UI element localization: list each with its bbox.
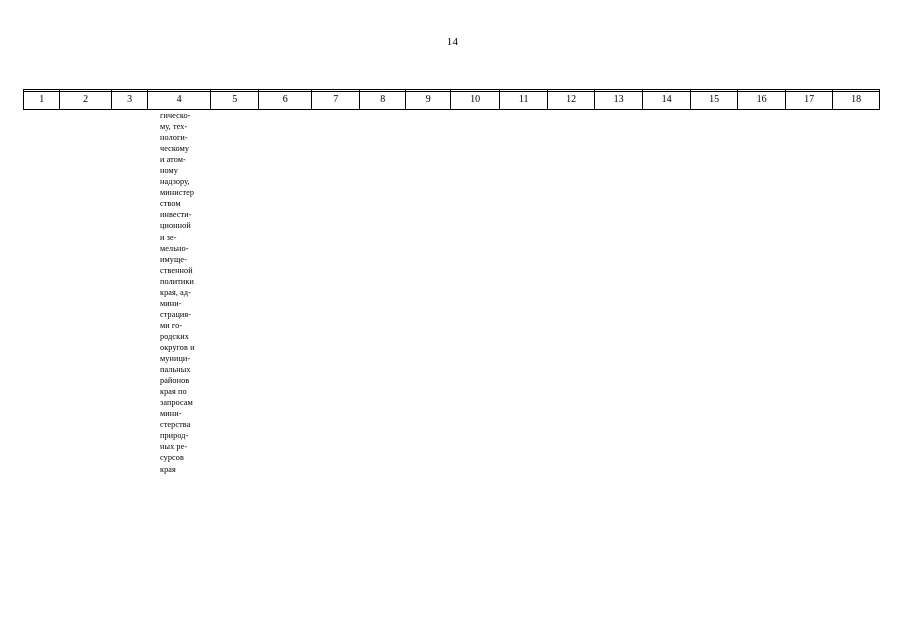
text-line: края, ад- bbox=[160, 287, 191, 297]
text-line: округов и bbox=[160, 342, 195, 352]
text-line: нологи- bbox=[160, 133, 188, 143]
page-number: 14 bbox=[446, 36, 459, 48]
column-header-12: 12 bbox=[547, 89, 595, 110]
text-line: стерства bbox=[160, 420, 191, 430]
column-header-14: 14 bbox=[642, 89, 691, 110]
text-line: министер bbox=[160, 188, 195, 198]
column-header-4: 4 bbox=[147, 89, 211, 110]
column-header-1: 1 bbox=[22, 89, 61, 110]
text-line: природ- bbox=[160, 431, 189, 441]
text-line: гическо- bbox=[160, 111, 191, 120]
column-header-13: 13 bbox=[593, 89, 644, 110]
text-line: пальных bbox=[160, 365, 191, 375]
text-line: ному bbox=[160, 166, 178, 176]
text-line: районов bbox=[160, 376, 190, 386]
column-header-3: 3 bbox=[110, 89, 149, 110]
column-header-15: 15 bbox=[689, 89, 739, 110]
text-line: инвести- bbox=[160, 210, 192, 220]
column-header-18: 18 bbox=[832, 89, 880, 110]
text-line: ческому bbox=[160, 144, 190, 154]
text-line: страция- bbox=[160, 309, 192, 319]
text-line: имуще- bbox=[160, 254, 187, 264]
column-header-17: 17 bbox=[784, 89, 834, 110]
text-line: родских bbox=[160, 331, 189, 341]
column-header-7: 7 bbox=[310, 89, 361, 110]
column-header-11: 11 bbox=[498, 89, 549, 110]
column-number-table: 1 2 3 4 5 6 7 8 9 10 11 12 13 14 15 16 1… bbox=[22, 89, 880, 110]
column-header-9: 9 bbox=[404, 89, 452, 110]
text-line: края bbox=[160, 464, 176, 474]
text-line: мини- bbox=[160, 298, 182, 308]
text-line: надзору, bbox=[160, 177, 190, 187]
text-line: ционной bbox=[160, 221, 191, 231]
text-line: края по bbox=[160, 387, 187, 397]
text-line: запросам bbox=[160, 398, 193, 408]
column-header-6: 6 bbox=[258, 89, 312, 110]
text-line: политики bbox=[160, 276, 194, 286]
text-line: сурсов bbox=[160, 453, 184, 463]
text-line: и атом- bbox=[160, 155, 186, 165]
text-line: мельно- bbox=[160, 243, 189, 253]
text-line: ственной bbox=[160, 265, 193, 275]
text-line: му, тех- bbox=[160, 122, 188, 132]
table-row: 1 2 3 4 5 6 7 8 9 10 11 12 13 14 15 16 1… bbox=[22, 89, 880, 110]
text-line: ством bbox=[160, 199, 181, 209]
text-line: ми го- bbox=[160, 320, 183, 330]
column-header-10: 10 bbox=[450, 89, 500, 110]
column-header-2: 2 bbox=[59, 89, 112, 110]
text-line: мини- bbox=[160, 409, 182, 419]
column-header-5: 5 bbox=[209, 89, 260, 110]
cell-body-text-column-4: гическо-му, тех-нологи-ческому и атом-ном… bbox=[160, 110, 224, 475]
text-line: и зе- bbox=[160, 232, 177, 242]
column-header-8: 8 bbox=[359, 89, 406, 110]
text-line: ных ре- bbox=[160, 442, 188, 452]
text-line: муници- bbox=[160, 354, 191, 364]
column-header-16: 16 bbox=[737, 89, 786, 110]
